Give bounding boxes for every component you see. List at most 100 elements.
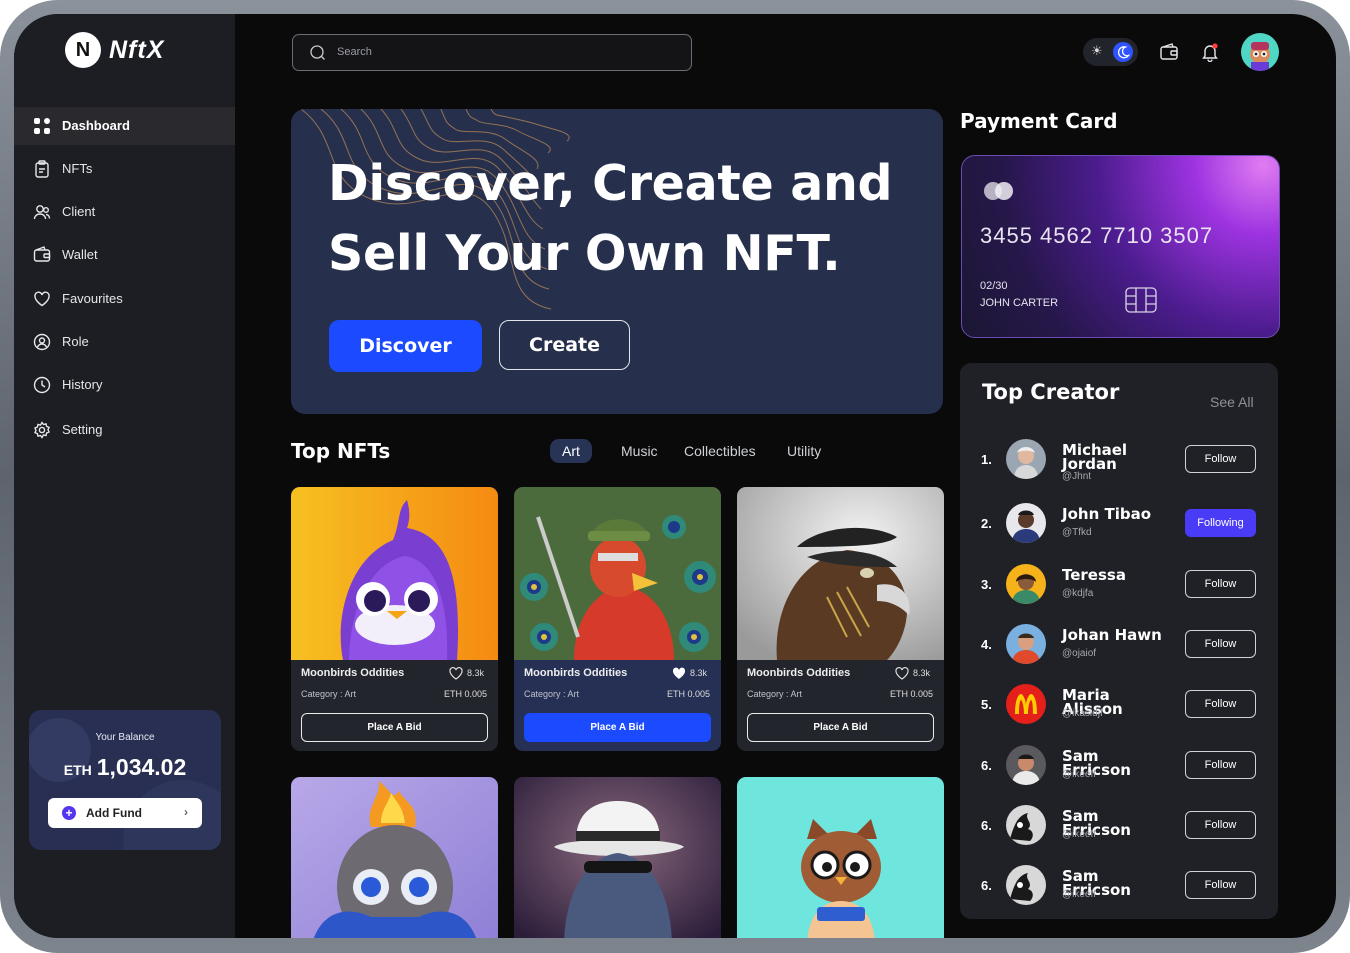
- nft-image: [737, 777, 944, 938]
- creator-avatar[interactable]: [1006, 439, 1046, 479]
- following-button[interactable]: Following: [1185, 509, 1256, 537]
- discover-button[interactable]: Discover: [329, 320, 482, 372]
- add-fund-button[interactable]: + Add Fund ›: [48, 798, 202, 828]
- wallet-icon: [33, 246, 51, 262]
- sidebar-item-nfts[interactable]: NFTs: [14, 150, 235, 188]
- tab-utility[interactable]: Utility: [787, 439, 821, 463]
- balance-card: Your Balance ETH 1,034.02 + Add Fund ›: [29, 710, 221, 850]
- avatar[interactable]: [1241, 33, 1279, 71]
- nft-image: [291, 777, 498, 938]
- nft-card[interactable]: [737, 777, 944, 938]
- gear-icon: [34, 421, 50, 439]
- creator-avatar[interactable]: [1006, 865, 1046, 905]
- creator-avatar[interactable]: [1006, 624, 1046, 664]
- app-screen: N NftX Dashboard NFTs Client Wallet Favo…: [14, 14, 1336, 938]
- nft-price: ETH 0.005: [666, 689, 710, 699]
- chevron-right-icon: ›: [184, 805, 188, 819]
- balance-value: 1,034.02: [96, 754, 187, 780]
- creator-rank: 2.: [981, 516, 992, 531]
- follow-button[interactable]: Follow: [1185, 630, 1256, 658]
- hero-title-line2: Sell Your Own NFT.: [328, 224, 841, 282]
- creator-avatar[interactable]: [1006, 564, 1046, 604]
- nft-card[interactable]: Moonbirds Oddities 8.3k Category : Art E…: [291, 487, 498, 751]
- sidebar-item-label: History: [62, 377, 103, 392]
- creator-row: 2. John Tibao @Tfkd Following: [960, 497, 1278, 549]
- sidebar-item-setting[interactable]: Setting: [14, 411, 235, 449]
- nft-name: Moonbirds Oddities: [747, 667, 851, 679]
- see-all-link[interactable]: See All: [1210, 394, 1254, 410]
- place-bid-button[interactable]: Place A Bid: [747, 713, 934, 742]
- follow-button[interactable]: Follow: [1185, 570, 1256, 598]
- card-holder: JOHN CARTER: [980, 297, 1059, 309]
- creator-rank: 4.: [981, 637, 992, 652]
- nft-card[interactable]: Moonbirds Oddities 8.3k Category : Art E…: [514, 487, 721, 751]
- creator-rank: 6.: [981, 758, 992, 773]
- balance-label: Your Balance: [95, 732, 155, 743]
- follow-button[interactable]: Follow: [1185, 871, 1256, 899]
- balance-amount: ETH 1,034.02: [29, 754, 221, 781]
- sidebar-item-label: Setting: [62, 422, 103, 437]
- creator-row: 1. Michael Jordan @Jhnt Follow: [960, 433, 1278, 485]
- place-bid-button[interactable]: Place A Bid: [301, 713, 488, 742]
- sidebar-item-wallet[interactable]: Wallet: [14, 236, 235, 274]
- follow-button[interactable]: Follow: [1185, 690, 1256, 718]
- sidebar-item-label: Client: [62, 204, 96, 219]
- sidebar-item-client[interactable]: Client: [14, 193, 235, 231]
- nft-price: ETH 0.005: [443, 689, 487, 699]
- follow-button[interactable]: Follow: [1185, 445, 1256, 473]
- like-count: 8.3k: [690, 668, 708, 678]
- tab-collectibles[interactable]: Collectibles: [684, 439, 756, 463]
- nft-image: [291, 487, 498, 660]
- sidebar-item-favourites[interactable]: Favourites: [14, 280, 235, 318]
- nft-category: Category : Art: [301, 689, 357, 699]
- payment-card[interactable]: 3455 4562 7710 3507 02/30 JOHN CARTER: [961, 155, 1280, 338]
- nft-card[interactable]: [291, 777, 498, 938]
- bell-icon[interactable]: [1200, 42, 1220, 62]
- search-input[interactable]: Search: [292, 34, 692, 71]
- heart-icon: [34, 291, 50, 307]
- sidebar-item-label: Role: [62, 334, 89, 349]
- creator-name: Teressa: [1062, 566, 1126, 584]
- card-brand-icon: [984, 182, 1013, 200]
- badge-icon: [33, 333, 51, 351]
- creator-avatar[interactable]: [1006, 684, 1046, 724]
- creator-handle: @Jhnt: [1062, 471, 1092, 482]
- device-frame: N NftX Dashboard NFTs Client Wallet Favo…: [0, 0, 1350, 953]
- nft-card[interactable]: Moonbirds Oddities 8.3k Category : Art E…: [737, 487, 944, 751]
- sidebar-item-history[interactable]: History: [14, 366, 235, 404]
- heart-icon[interactable]: [449, 667, 463, 680]
- nft-category: Category : Art: [524, 689, 580, 699]
- creator-avatar[interactable]: [1006, 805, 1046, 845]
- place-bid-button[interactable]: Place A Bid: [524, 713, 711, 742]
- balance-currency: ETH: [63, 762, 92, 778]
- creator-row: 6. Sam Erricson @ikeeff Follow: [960, 799, 1278, 851]
- creator-handle: @kdjfa: [1062, 588, 1094, 599]
- theme-toggle[interactable]: ☀: [1083, 38, 1138, 66]
- creator-handle: @ikeeff: [1062, 769, 1096, 780]
- nft-category: Category : Art: [747, 689, 803, 699]
- nft-image: [514, 777, 721, 938]
- creator-name: John Tibao: [1062, 505, 1152, 523]
- creator-row: 6. Sam Erricson @ikeeff Follow: [960, 739, 1278, 791]
- app-logo[interactable]: N NftX: [65, 32, 164, 68]
- creator-handle: @ikeeff: [1062, 889, 1096, 900]
- sidebar: N NftX Dashboard NFTs Client Wallet Favo…: [14, 14, 235, 938]
- creator-avatar[interactable]: [1006, 503, 1046, 543]
- sidebar-item-role[interactable]: Role: [14, 323, 235, 361]
- sidebar-item-dashboard[interactable]: Dashboard: [14, 107, 235, 145]
- wallet-icon[interactable]: [1159, 42, 1179, 62]
- creator-avatar[interactable]: [1006, 745, 1046, 785]
- heart-filled-icon[interactable]: [672, 667, 686, 680]
- top-nfts-title: Top NFTs: [291, 439, 391, 463]
- tab-music[interactable]: Music: [621, 439, 658, 463]
- tab-art[interactable]: Art: [550, 439, 592, 463]
- creator-row: 4. Johan Hawn @ojaiof Follow: [960, 618, 1278, 670]
- heart-icon[interactable]: [895, 667, 909, 680]
- nft-card[interactable]: [514, 777, 721, 938]
- top-creator-title: Top Creator: [982, 380, 1120, 404]
- users-icon: [33, 205, 51, 220]
- search-icon: [310, 45, 325, 60]
- follow-button[interactable]: Follow: [1185, 811, 1256, 839]
- follow-button[interactable]: Follow: [1185, 751, 1256, 779]
- create-button[interactable]: Create: [499, 320, 630, 370]
